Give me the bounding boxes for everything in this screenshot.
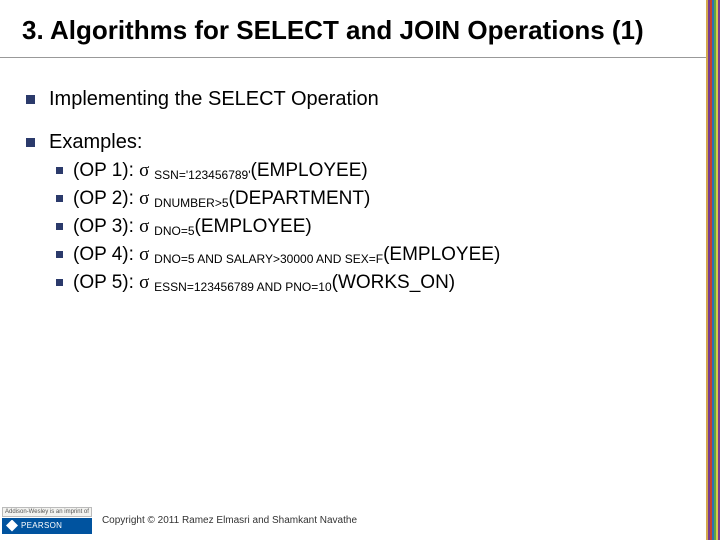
op-relation: (EMPLOYEE) [383,244,500,265]
bullet-text: Examples: [49,131,142,153]
slide-title: 3. Algorithms for SELECT and JOIN Operat… [0,0,706,58]
example-op2: (OP 2): σ DNUMBER>5(DEPARTMENT) [56,188,686,210]
op-label: (OP 1): [73,160,139,181]
op-predicate: DNO=5 [154,224,194,238]
sigma-symbol: σ [139,244,154,265]
example-op1: (OP 1): σ SSN='123456789'(EMPLOYEE) [56,160,686,182]
sigma-symbol: σ [139,216,154,237]
op-relation: (WORKS_ON) [332,272,456,293]
slide-body: Implementing the SELECT Operation Exampl… [0,58,706,294]
op-label: (OP 2): [73,188,139,209]
bullet-icon [56,195,63,202]
bullet-icon [56,223,63,230]
example-op3: (OP 3): σ DNO=5(EMPLOYEE) [56,216,686,238]
addison-wesley-label: Addison-Wesley is an imprint of [2,507,92,517]
copyright-text: Copyright © 2011 Ramez Elmasri and Shamk… [102,515,357,526]
sigma-symbol: σ [139,188,154,209]
bullet-text: Implementing the SELECT Operation [49,88,379,110]
pearson-logo-icon [6,520,18,532]
pearson-badge: PEARSON [2,518,92,534]
bullet-icon [26,95,35,104]
op-predicate: DNO=5 AND SALARY>30000 AND SEX=F [154,252,383,266]
bullet-icon [56,251,63,258]
op-label: (OP 5): [73,272,139,293]
decorative-right-stripes [706,0,720,540]
bullet-examples: Examples: (OP 1): σ SSN='123456789'(EMPL… [26,131,686,294]
bullet-implementing-select: Implementing the SELECT Operation [26,88,686,111]
sigma-symbol: σ [139,160,154,181]
op-predicate: SSN='123456789' [154,168,250,182]
sigma-symbol: σ [139,272,154,293]
op-predicate: DNUMBER>5 [154,196,228,210]
op-label: (OP 3): [73,216,139,237]
example-op5: (OP 5): σ ESSN=123456789 AND PNO=10(WORK… [56,272,686,294]
op-label: (OP 4): [73,244,139,265]
op-relation: (EMPLOYEE) [195,216,312,237]
example-op4: (OP 4): σ DNO=5 AND SALARY>30000 AND SEX… [56,244,686,266]
pearson-text: PEARSON [21,521,62,530]
bullet-icon [56,279,63,286]
publisher-logos: Addison-Wesley is an imprint of PEARSON [2,507,92,534]
bullet-icon [26,138,35,147]
slide-footer: Addison-Wesley is an imprint of PEARSON … [0,500,706,540]
bullet-icon [56,167,63,174]
op-relation: (EMPLOYEE) [251,160,368,181]
op-relation: (DEPARTMENT) [229,188,371,209]
op-predicate: ESSN=123456789 AND PNO=10 [154,280,331,294]
slide: 3. Algorithms for SELECT and JOIN Operat… [0,0,706,540]
